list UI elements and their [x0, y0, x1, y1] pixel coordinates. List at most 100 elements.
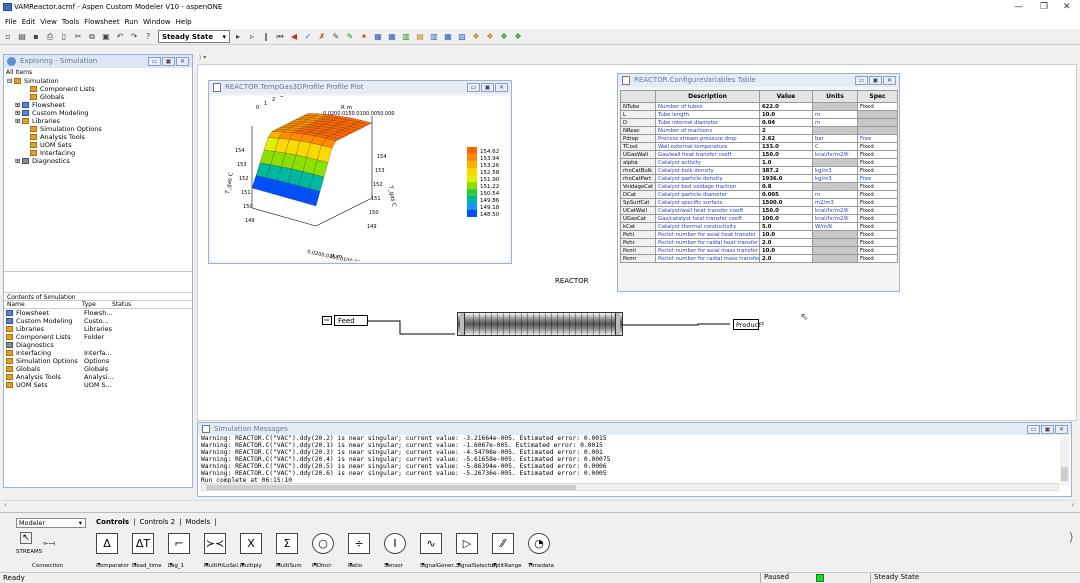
new-icon[interactable]: ▫	[2, 31, 14, 42]
messages-icon[interactable]: ▦	[386, 31, 398, 42]
vscroll-thumb[interactable]	[1061, 467, 1068, 481]
hscroll-thumb[interactable]	[206, 485, 576, 490]
cell-value[interactable]: 1500.0	[759, 198, 813, 207]
list-item[interactable]: Flowsheet Flowsh...	[6, 309, 192, 317]
reset-icon[interactable]: ◀	[288, 31, 300, 42]
table-row[interactable]: VoidageCat Catalyst bed voidage fraction 0…	[620, 182, 898, 191]
header-description[interactable]: Description	[655, 90, 760, 103]
tree-item[interactable]: ⊞ Custom Modeling	[7, 109, 192, 117]
model-icon-3[interactable]: ❖	[498, 31, 510, 42]
check-icon[interactable]: ✗	[316, 31, 328, 42]
menu-view[interactable]: View	[40, 18, 57, 26]
table-row[interactable]: rhoCatBulk Catalyst bulk density 387.2 kg/m…	[620, 166, 898, 175]
list-item[interactable]: Component Lists Folder	[6, 333, 192, 341]
help-icon[interactable]: ?	[142, 31, 154, 42]
table-row[interactable]: NTube Number of tubes 622.0 Fixed	[620, 102, 898, 111]
explorer-icon[interactable]: ▦	[372, 31, 384, 42]
table-row[interactable]: UGasWall Gas/wall heat transfer coeff. 150…	[620, 150, 898, 159]
menu-edit[interactable]: Edit	[22, 18, 36, 26]
cell-value[interactable]: 10.0	[759, 110, 813, 119]
cell-value[interactable]: 0.8	[759, 182, 813, 191]
restore-icon[interactable]: ❐	[1040, 2, 1048, 12]
save-icon[interactable]: ▪	[30, 31, 42, 42]
table-row[interactable]: DCat Catalyst particle diameter 0.005 m Fixe…	[620, 190, 898, 199]
undo-icon[interactable]: ↶	[114, 31, 126, 42]
tab-models[interactable]: Models	[185, 518, 210, 526]
table-row[interactable]: L Tube length 10.0 m	[620, 110, 898, 119]
pointer-tool-icon[interactable]: ↖	[20, 532, 32, 544]
close-button[interactable]: ✕	[1055, 425, 1068, 434]
tree-item[interactable]: Simulation Options	[7, 125, 192, 133]
snapshot-icon[interactable]: ✎	[330, 31, 342, 42]
cell-value[interactable]: 387.2	[759, 166, 813, 175]
plot-icon[interactable]: ▥	[400, 31, 412, 42]
table-row[interactable]: Pdrop Process stream pressure drop 2.62 bar…	[620, 134, 898, 143]
expander-icon[interactable]: ⊞	[15, 101, 22, 109]
cell-value[interactable]: 0.04	[759, 118, 813, 127]
maximize-button[interactable]: ▣	[869, 76, 882, 85]
table-row[interactable]: Pehr Peclet number for radial heat transf…	[620, 238, 898, 247]
cell-value[interactable]: 2.0	[759, 238, 813, 247]
history-icon[interactable]: ▥	[428, 31, 440, 42]
report-icon[interactable]: ▦	[442, 31, 454, 42]
maximize-button[interactable]: ▣	[1041, 425, 1054, 434]
menu-file[interactable]: File	[5, 18, 17, 26]
minimize-icon[interactable]: —	[1014, 2, 1023, 12]
list-item[interactable]: Custom Modeling Custo...	[6, 317, 192, 325]
pause-icon[interactable]: ‖	[260, 31, 272, 42]
cell-value[interactable]: 150.0	[759, 150, 813, 159]
maximize-button[interactable]: ▣	[481, 83, 494, 92]
table-row[interactable]: UGasCat Gas/catalyst heat transfer coeff.…	[620, 214, 898, 223]
list-item[interactable]: Interfacing Interfa...	[6, 349, 192, 357]
list-item[interactable]: Analysis Tools Analysi...	[6, 373, 192, 381]
menu-tools[interactable]: Tools	[62, 18, 79, 26]
close-button[interactable]: ✕	[495, 83, 508, 92]
cell-value[interactable]: 2.0	[759, 254, 813, 263]
expander-icon[interactable]: ⊟	[7, 77, 14, 85]
plot-area[interactable]: 765432100.0200.0150.0100.0050.0000.0200.…	[211, 77, 509, 270]
close-button[interactable]: ✕	[176, 57, 189, 66]
model-icon-2[interactable]: ❖	[484, 31, 496, 42]
close-button[interactable]: ✕	[883, 76, 896, 85]
header-value[interactable]: Value	[759, 90, 813, 103]
restart-icon[interactable]: ⏮	[274, 31, 286, 42]
tree-item[interactable]: UOM Sets	[7, 141, 192, 149]
list-item[interactable]: Diagnostics	[6, 341, 192, 349]
specify-icon[interactable]: ✓	[302, 31, 314, 42]
expander-icon[interactable]: ⊞	[15, 117, 22, 125]
menu-run[interactable]: Run	[125, 18, 138, 26]
product-stream[interactable]: Product	[733, 319, 761, 330]
run-icon[interactable]: ▸	[232, 31, 244, 42]
table-row[interactable]: UCatWall Catalyst/wall heat transfer coef…	[620, 206, 898, 215]
minimize-button[interactable]: ▭	[1027, 425, 1040, 434]
minimize-button[interactable]: ▭	[855, 76, 868, 85]
menu-flowsheet[interactable]: Flowsheet	[84, 18, 119, 26]
tree-item[interactable]: Component Lists	[7, 85, 192, 93]
palette-item[interactable]: ⟜⟞	[38, 533, 60, 554]
menu-help[interactable]: Help	[176, 18, 192, 26]
cell-value[interactable]: 150.0	[759, 206, 813, 215]
model-icon-1[interactable]: ❖	[470, 31, 482, 42]
table-row[interactable]: D Tube internal diameter 0.04 m	[620, 118, 898, 127]
cut-icon[interactable]: ✂	[72, 31, 84, 42]
tree-item[interactable]: ⊟ Simulation	[7, 77, 192, 85]
cell-value[interactable]: 622.0	[759, 102, 813, 111]
initialize-icon[interactable]: ✶	[358, 31, 370, 42]
messages-hscrollbar[interactable]	[201, 483, 1059, 491]
expander-icon[interactable]: ⊞	[15, 109, 22, 117]
minimize-button[interactable]: ▭	[148, 57, 161, 66]
close-icon[interactable]: ✕	[1063, 2, 1071, 12]
cell-value[interactable]: 133.0	[759, 142, 813, 151]
table-row[interactable]: rhoCatPart Catalyst particle density 1936.…	[620, 174, 898, 183]
expander-icon[interactable]: ⊞	[15, 157, 22, 165]
tree-item[interactable]: ⊞ Flowsheet	[7, 101, 192, 109]
redo-icon[interactable]: ↷	[128, 31, 140, 42]
list-item[interactable]: Globals Globals	[6, 365, 192, 373]
tree-item[interactable]: Globals	[7, 93, 192, 101]
tree-item[interactable]: Analysis Tools	[7, 133, 192, 141]
graph-icon[interactable]: ▨	[456, 31, 468, 42]
menu-window[interactable]: Window	[143, 18, 171, 26]
cell-value[interactable]: 1936.0	[759, 174, 813, 183]
column-name[interactable]: Name	[4, 301, 82, 308]
table-row[interactable]: Pemr Peclet number for radial mass transf…	[620, 254, 898, 263]
